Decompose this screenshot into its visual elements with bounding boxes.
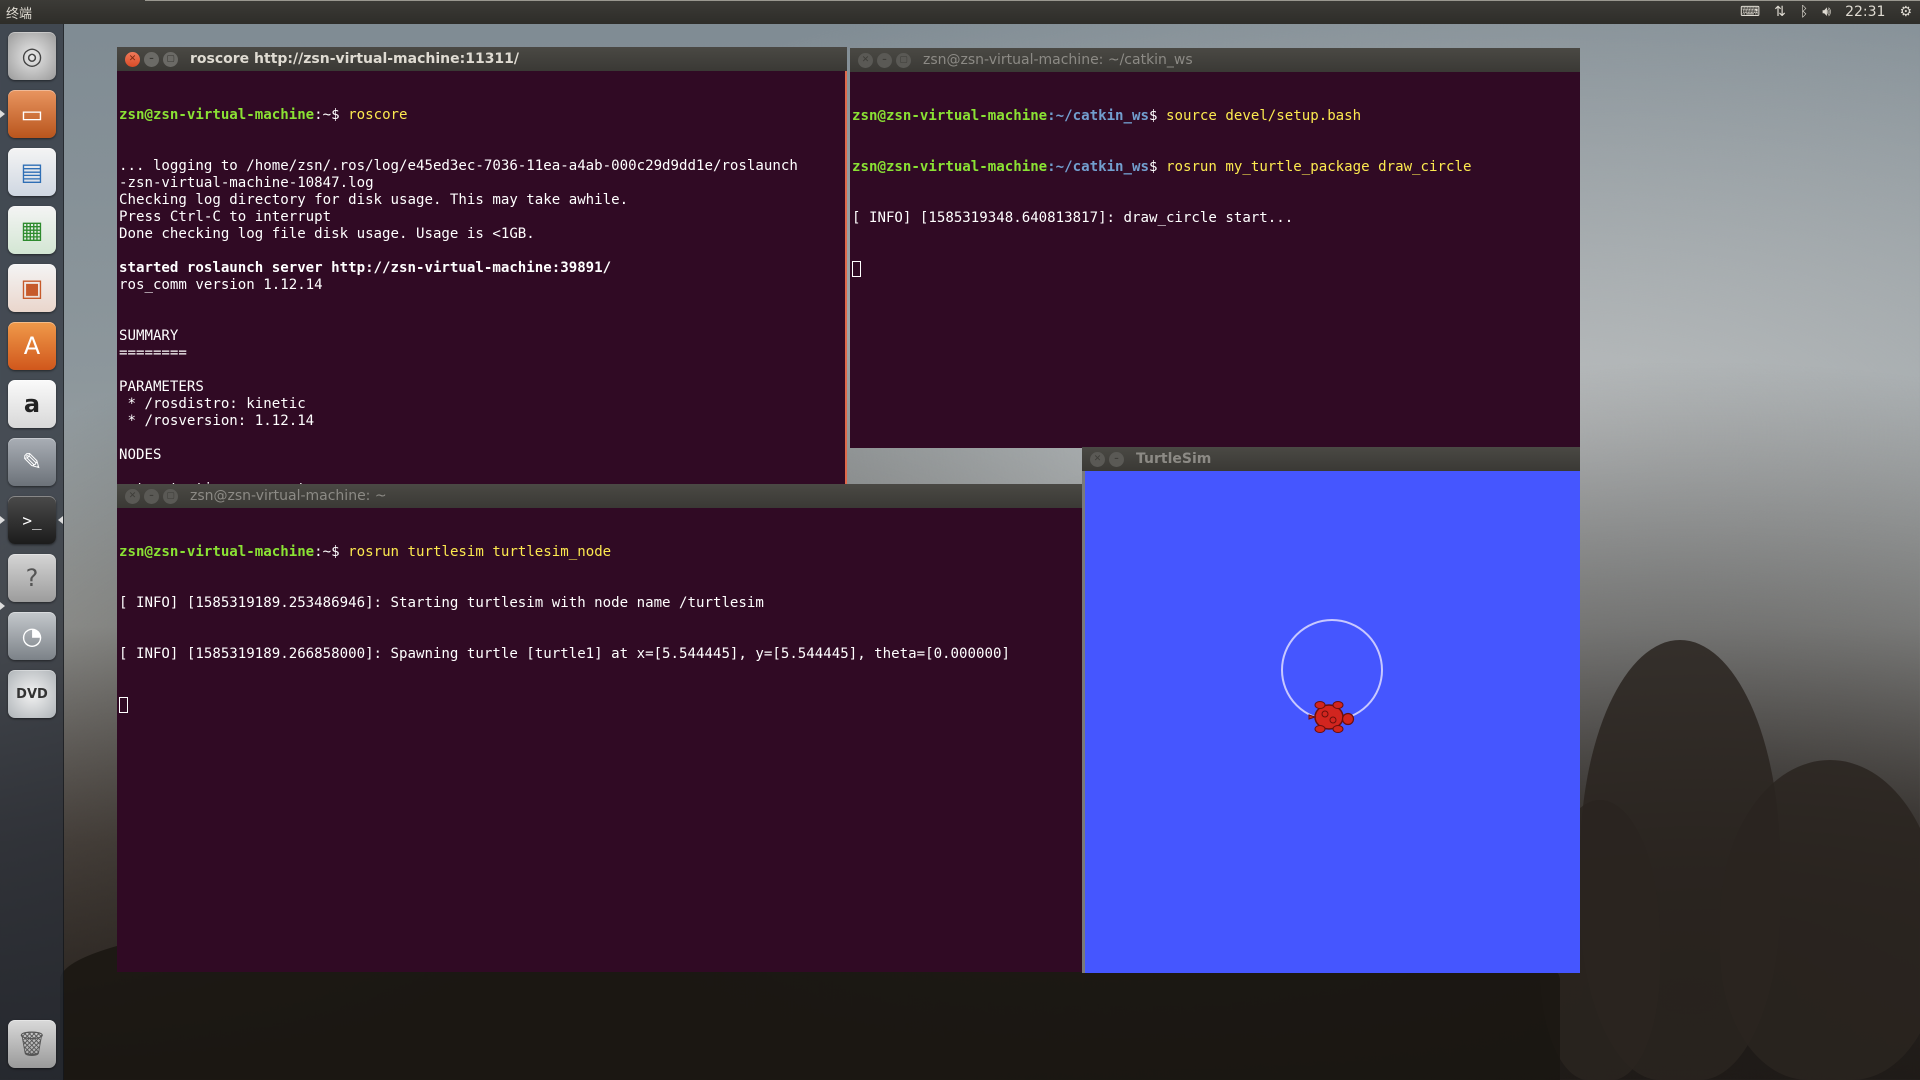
prompt-path: :~/catkin_ws (1047, 108, 1149, 124)
command-text: rosrun my_turtle_package draw_circle (1165, 159, 1472, 175)
panel-separator (145, 0, 1920, 1)
window-title: zsn@zsn-virtual-machine: ~/catkin_ws (923, 52, 1193, 68)
prompt-path: :~$ (314, 107, 349, 123)
prompt-user: zsn@zsn-virtual-machine (852, 108, 1048, 124)
minimize-button[interactable]: – (144, 51, 159, 67)
command-text: rosrun turtlesim turtlesim_node (348, 544, 612, 560)
command-text: roscore (348, 107, 408, 123)
top-panel: 终端 ⌨ ⇅ ᛒ 🔊︎ 22:31 ⚙ (0, 0, 1920, 24)
turtlesim-terminal-window[interactable]: ✕ – ▢ zsn@zsn-virtual-machine: ~ zsn@zsn… (117, 484, 1083, 972)
prompt-dollar: $ (1149, 108, 1166, 124)
background-tree (1720, 760, 1920, 1080)
disk-usage-icon[interactable]: ◔ (8, 612, 56, 660)
minimize-button[interactable]: – (877, 52, 892, 68)
turtle-icon (1308, 701, 1355, 733)
software-center-icon[interactable]: A (8, 322, 56, 370)
terminal-line: PARAMETERS (119, 379, 204, 395)
help-icon[interactable]: ? (8, 554, 56, 602)
minimize-button[interactable]: – (144, 488, 159, 504)
launcher-running-indicator (0, 110, 5, 118)
roscore-terminal-window[interactable]: ✕ – ▢ roscore http://zsn-virtual-machine… (117, 47, 847, 484)
prompt-path: :~$ (314, 544, 349, 560)
terminal-line: ======== (119, 345, 187, 361)
turtlesim-window[interactable]: ✕ – TurtleSim (1082, 447, 1580, 973)
dash-home-icon[interactable]: ◎ (8, 32, 56, 80)
network-icon[interactable]: ⇅ (1774, 4, 1786, 20)
window-title: TurtleSim (1136, 451, 1212, 467)
text-cursor (119, 697, 128, 713)
terminal-icon[interactable]: >_ (8, 496, 56, 544)
dvd-icon[interactable]: DVD (8, 670, 56, 718)
terminal-line: Checking log directory for disk usage. T… (119, 192, 629, 208)
launcher-running-indicator (0, 602, 5, 610)
terminal-line: * /rosversion: 1.12.14 (119, 413, 315, 429)
maximize-button[interactable]: ▢ (896, 52, 911, 68)
terminal-line: * /rosdistro: kinetic (119, 396, 306, 412)
active-app-title: 终端 (6, 6, 33, 22)
terminal-line: NODES (119, 447, 162, 463)
terminal-output[interactable]: zsn@zsn-virtual-machine:~$ roscore ... l… (117, 71, 847, 484)
prompt-user: zsn@zsn-virtual-machine (119, 107, 315, 123)
terminal-line: Press Ctrl-C to interrupt (119, 209, 332, 225)
catkin-terminal-window[interactable]: ✕ – ▢ zsn@zsn-virtual-machine: ~/catkin_… (850, 48, 1580, 448)
amazon-icon[interactable]: a (8, 380, 56, 428)
turtlesim-drawing (1281, 619, 1383, 733)
close-button[interactable]: ✕ (1090, 451, 1105, 467)
maximize-button[interactable]: ▢ (163, 51, 178, 67)
prompt-dollar: $ (1149, 159, 1166, 175)
terminal-output[interactable]: zsn@zsn-virtual-machine:~$ rosrun turtle… (117, 508, 1083, 972)
prompt-user: zsn@zsn-virtual-machine (852, 159, 1048, 175)
indicator-area: ⌨ ⇅ ᛒ 🔊︎ 22:31 ⚙ (1740, 4, 1920, 20)
text-cursor (852, 261, 861, 277)
prompt-user: zsn@zsn-virtual-machine (119, 544, 315, 560)
window-title: zsn@zsn-virtual-machine: ~ (190, 488, 387, 504)
terminal-line: -zsn-virtual-machine-10847.log (119, 175, 374, 191)
window-titlebar[interactable]: ✕ – ▢ zsn@zsn-virtual-machine: ~ (117, 484, 1083, 508)
terminal-line: ros_comm version 1.12.14 (119, 277, 323, 293)
command-text: source devel/setup.bash (1165, 108, 1362, 124)
window-title: roscore http://zsn-virtual-machine:11311… (190, 51, 520, 67)
terminal-lines: ... logging to /home/zsn/.ros/log/e45ed3… (119, 158, 845, 484)
terminal-output[interactable]: zsn@zsn-virtual-machine:~/catkin_ws$ sou… (850, 72, 1580, 448)
window-titlebar[interactable]: ✕ – ▢ roscore http://zsn-virtual-machine… (117, 47, 847, 71)
libreoffice-calc-icon[interactable]: ▦ (8, 206, 56, 254)
turtlesim-canvas[interactable] (1082, 471, 1580, 973)
maximize-button[interactable]: ▢ (163, 488, 178, 504)
libreoffice-writer-icon[interactable]: ▤ (8, 148, 56, 196)
terminal-line: Done checking log file disk usage. Usage… (119, 226, 535, 242)
gear-icon[interactable]: ⚙ (1899, 4, 1912, 20)
terminal-line: ... logging to /home/zsn/.ros/log/e45ed3… (119, 158, 798, 174)
prompt-path: :~/catkin_ws (1047, 159, 1149, 175)
window-titlebar[interactable]: ✕ – TurtleSim (1082, 447, 1580, 471)
clock[interactable]: 22:31 (1845, 4, 1885, 20)
terminal-line: SUMMARY (119, 328, 179, 344)
files-icon[interactable]: ▭ (8, 90, 56, 138)
close-button[interactable]: ✕ (125, 488, 140, 504)
info-line: [ INFO] [1585319348.640813817]: draw_cir… (852, 210, 1294, 226)
close-button[interactable]: ✕ (125, 51, 140, 67)
trash-icon[interactable]: 🗑︎ (8, 1020, 56, 1068)
launcher-focused-indicator (58, 516, 63, 524)
volume-icon[interactable]: 🔊︎ (1822, 4, 1831, 20)
libreoffice-impress-icon[interactable]: ▣ (8, 264, 56, 312)
minimize-button[interactable]: – (1109, 451, 1124, 467)
launcher-running-indicator (0, 516, 5, 524)
info-line: [ INFO] [1585319189.266858000]: Spawning… (119, 646, 1010, 662)
system-settings-icon[interactable]: ✎ (8, 438, 56, 486)
keyboard-icon[interactable]: ⌨ (1740, 4, 1760, 20)
close-button[interactable]: ✕ (858, 52, 873, 68)
bluetooth-icon[interactable]: ᛒ (1800, 4, 1808, 20)
info-line: [ INFO] [1585319189.253486946]: Starting… (119, 595, 764, 611)
terminal-line: started roslaunch server http://zsn-virt… (119, 260, 612, 276)
launcher: ◎ ▭ ▤ ▦ ▣ A a ✎ >_ ? ◔ DVD 🗑︎ (0, 24, 64, 1080)
window-titlebar[interactable]: ✕ – ▢ zsn@zsn-virtual-machine: ~/catkin_… (850, 48, 1580, 72)
